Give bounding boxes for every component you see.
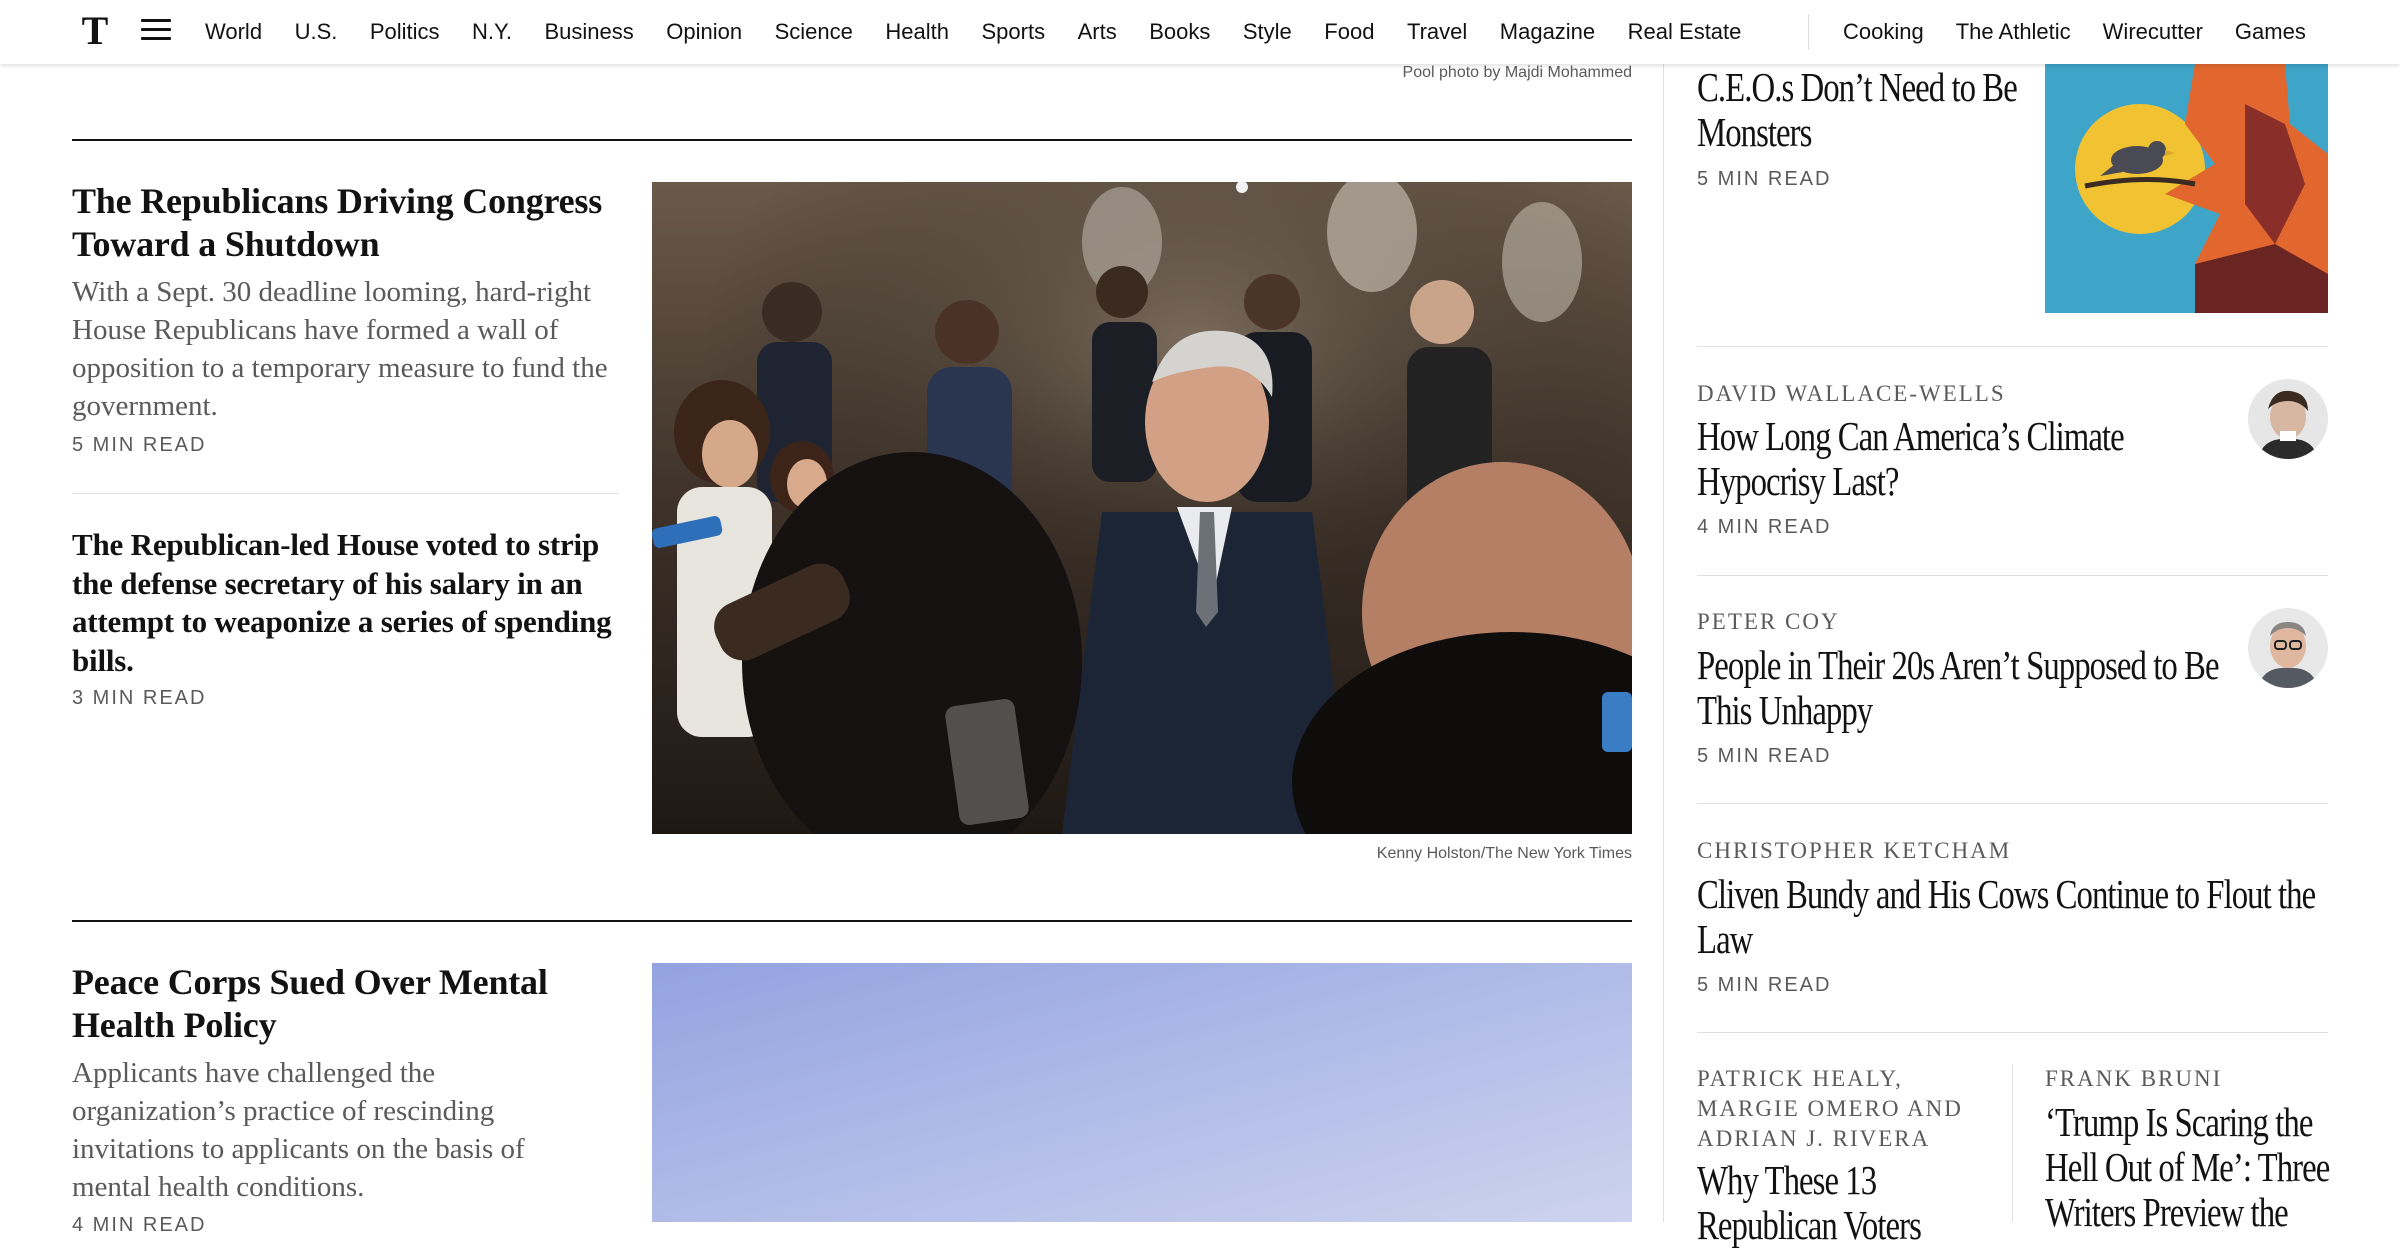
opinion-headline[interactable]: How Long Can America’s Climate Hypocrisy… <box>1697 414 2257 504</box>
nav-item-games[interactable]: Games <box>2235 19 2306 45</box>
opinion-headline[interactable]: Why These 13 Republican Voters <box>1697 1158 1937 1248</box>
section-divider <box>72 139 1632 141</box>
read-time: 5 MIN READ <box>1697 974 1832 996</box>
read-time: 5 MIN READ <box>72 434 207 456</box>
story-photo[interactable] <box>652 963 1632 1222</box>
nav-item-wirecutter[interactable]: Wirecutter <box>2103 19 2203 45</box>
nav-item-us[interactable]: U.S. <box>295 19 338 45</box>
column-divider <box>1663 64 1664 1222</box>
opinion-divider <box>1697 575 2328 576</box>
nav-item-food[interactable]: Food <box>1324 19 1374 45</box>
read-time: 4 MIN READ <box>72 1214 207 1236</box>
opinion-divider <box>1697 803 2328 804</box>
opinion-author[interactable]: PATRICK HEALY, MARGIE OMERO AND ADRIAN J… <box>1697 1064 1987 1154</box>
nav-divider <box>1808 14 1809 50</box>
nav-item-business[interactable]: Business <box>545 19 634 45</box>
nyt-logo-icon[interactable]: T <box>78 8 112 53</box>
opinion-divider <box>1697 346 2328 347</box>
opinion-author[interactable]: DAVID WALLACE-WELLS <box>1697 379 2006 409</box>
opinion-headline[interactable]: Cliven Bundy and His Cows Continue to Fl… <box>1697 872 2317 962</box>
product-nav: Cooking The Athletic Wirecutter Games <box>1843 0 2338 64</box>
opinion-author[interactable]: CHRISTOPHER KETCHAM <box>1697 836 2011 866</box>
nav-item-science[interactable]: Science <box>775 19 853 45</box>
story-divider <box>72 493 618 494</box>
nav-item-travel[interactable]: Travel <box>1407 19 1467 45</box>
story-headline[interactable]: The Republican-led House voted to strip … <box>72 526 632 680</box>
section-divider <box>72 920 1632 922</box>
story-headline[interactable]: The Republicans Driving Congress Toward … <box>72 180 632 266</box>
nav-item-politics[interactable]: Politics <box>370 19 440 45</box>
nav-item-health[interactable]: Health <box>885 19 949 45</box>
opinion-headline[interactable]: C.E.O.s Don’t Need to Be Monsters <box>1697 65 2077 155</box>
nav-item-magazine[interactable]: Magazine <box>1500 19 1595 45</box>
opinion-author[interactable]: FRANK BRUNI <box>2045 1064 2222 1094</box>
story-summary: With a Sept. 30 deadline looming, hard-r… <box>72 276 608 422</box>
opinion-headline[interactable]: ‘Trump Is Scaring the Hell Out of Me’: T… <box>2045 1100 2335 1235</box>
column-split-divider <box>2012 1064 2013 1222</box>
opinion-illustration[interactable] <box>2045 64 2328 313</box>
read-time: 4 MIN READ <box>1697 516 1832 538</box>
hamburger-menu-icon[interactable] <box>141 19 171 43</box>
svg-text:T: T <box>82 11 109 51</box>
story-photo[interactable] <box>652 182 1632 834</box>
read-time: 5 MIN READ <box>1697 168 1832 190</box>
nav-item-real-estate[interactable]: Real Estate <box>1628 19 1742 45</box>
nav-item-opinion[interactable]: Opinion <box>666 19 742 45</box>
opinion-divider <box>1697 1032 2328 1033</box>
nav-item-arts[interactable]: Arts <box>1078 19 1117 45</box>
opinion-headline[interactable]: People in Their 20s Aren’t Supposed to B… <box>1697 643 2237 733</box>
author-headshot[interactable] <box>2248 379 2328 459</box>
photo-credit: Kenny Holston/The New York Times <box>1376 845 1632 862</box>
section-nav: World U.S. Politics N.Y. Business Opinio… <box>205 0 1774 64</box>
opinion-author[interactable]: PETER COY <box>1697 607 1840 637</box>
nav-item-ny[interactable]: N.Y. <box>472 19 512 45</box>
photo-credit: Pool photo by Majdi Mohammed <box>1402 64 1632 81</box>
nav-item-world[interactable]: World <box>205 19 262 45</box>
nav-item-cooking[interactable]: Cooking <box>1843 19 1924 45</box>
story-headline[interactable]: Peace Corps Sued Over Mental Health Poli… <box>72 961 632 1047</box>
read-time: 3 MIN READ <box>72 687 207 709</box>
nav-item-the-athletic[interactable]: The Athletic <box>1956 19 2071 45</box>
story-summary: Applicants have challenged the organizat… <box>72 1057 525 1203</box>
read-time: 5 MIN READ <box>1697 745 1832 767</box>
nav-item-style[interactable]: Style <box>1243 19 1292 45</box>
author-headshot[interactable] <box>2248 608 2328 688</box>
nav-item-sports[interactable]: Sports <box>982 19 1046 45</box>
nav-item-books[interactable]: Books <box>1149 19 1210 45</box>
top-navigation-bar: T World U.S. Politics N.Y. Business Opin… <box>0 0 2400 64</box>
